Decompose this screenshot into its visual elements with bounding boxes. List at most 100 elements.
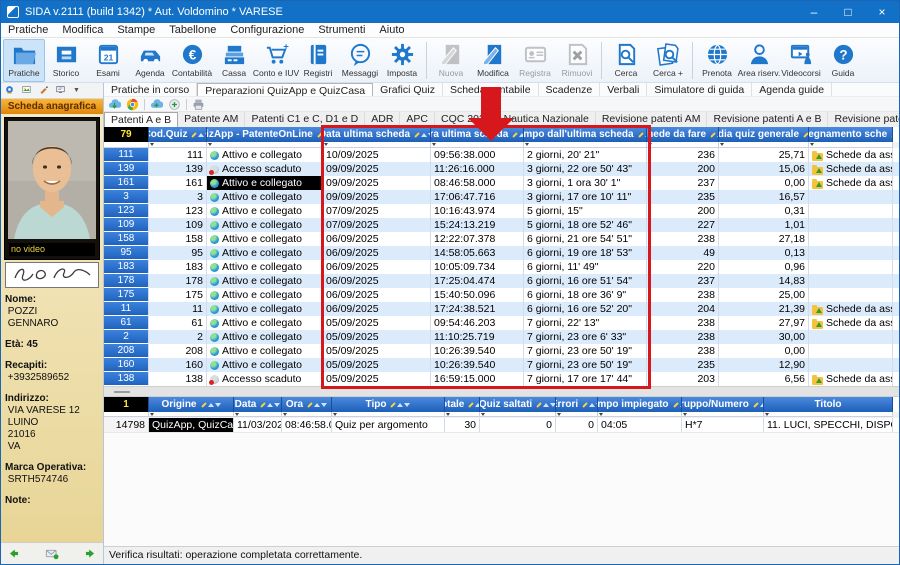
table-row[interactable]: 161161Attivo e collegato09/09/202508:46:… — [104, 176, 899, 190]
column-header-titolo[interactable]: Titolo — [764, 397, 893, 412]
cell-time[interactable]: 11:26:16.000 — [431, 162, 524, 176]
cell-date[interactable]: 09/09/2025 — [323, 190, 431, 204]
maximize-button[interactable]: □ — [831, 1, 865, 23]
cell-time[interactable]: 15:40:50.096 — [431, 288, 524, 302]
table-row[interactable]: 9595Attivo e collegato06/09/202514:58:05… — [104, 246, 899, 260]
column-header-data[interactable]: Data — [234, 397, 282, 412]
cell-assegnamento[interactable] — [809, 344, 893, 358]
column-header-data-ultima-scheda[interactable]: Data ultima scheda — [323, 127, 431, 142]
column-header-schede-da-fare[interactable]: Schede da fare — [647, 127, 719, 142]
cell-elapsed[interactable]: 3 giorni, 1 ora 30' 1" — [524, 176, 647, 190]
cell-elapsed[interactable]: 6 giorni, 16 ore 52' 20" — [524, 302, 647, 316]
cell-quizapp-status[interactable]: Accesso scaduto — [207, 372, 323, 386]
cell-elapsed[interactable]: 6 giorni, 18 ore 36' 9" — [524, 288, 647, 302]
cell-date[interactable]: 05/09/2025 — [323, 330, 431, 344]
sort-filter-icons[interactable] — [390, 403, 410, 407]
cell-media-quiz[interactable]: 25,71 — [719, 148, 809, 162]
cell-assegnamento[interactable]: Schede da ass — [809, 372, 893, 386]
cell-schede-da-fare[interactable]: 237 — [647, 274, 719, 288]
filter-cell[interactable] — [719, 142, 809, 148]
cell-media-quiz[interactable]: 0,00 — [719, 176, 809, 190]
cell-quizapp-status[interactable]: Attivo e collegato — [207, 358, 323, 372]
filter-cell[interactable] — [480, 412, 556, 417]
cell-time[interactable]: 11:10:25.719 — [431, 330, 524, 344]
cell-date[interactable]: 07/09/2025 — [323, 218, 431, 232]
cell-media-quiz[interactable]: 14,83 — [719, 274, 809, 288]
cell-date[interactable]: 05/09/2025 — [323, 316, 431, 330]
filter-cell[interactable] — [556, 412, 598, 417]
table-row[interactable]: 6161Attivo e collegato05/09/202509:54:46… — [104, 316, 899, 330]
cell-cod-quiz[interactable]: 123 — [149, 204, 207, 218]
area-riserv--button[interactable]: Area riserv. — [738, 39, 780, 82]
cell-quizapp-status[interactable]: Attivo e collegato — [207, 344, 323, 358]
cell-time[interactable]: 08:46:58.000 — [431, 176, 524, 190]
cell-media-quiz[interactable]: 21,39 — [719, 302, 809, 316]
table-row[interactable]: 123123Attivo e collegato07/09/202510:16:… — [104, 204, 899, 218]
filter-cell[interactable] — [809, 142, 893, 148]
tab-revisione-patenti-am[interactable]: Revisione patenti AM — [596, 112, 708, 127]
cell-media-quiz[interactable]: 0,31 — [719, 204, 809, 218]
conto-e-iuv-button[interactable]: +Conto e IUV — [255, 39, 297, 82]
table-row[interactable]: 14798QuizApp, QuizCasa11/03/202508:46:58… — [104, 418, 899, 432]
column-header-gruppo-numero[interactable]: Gruppo/Numero — [682, 397, 764, 412]
cell-assegnamento[interactable] — [809, 274, 893, 288]
sort-filter-icons[interactable] — [582, 403, 598, 407]
esami-button[interactable]: 21Esami — [87, 39, 129, 82]
cell-assegnamento[interactable] — [809, 260, 893, 274]
cell-elapsed[interactable]: 3 giorni, 22 ore 50' 43" — [524, 162, 647, 176]
cell-totale[interactable]: 30 — [445, 418, 480, 432]
cell-cod-quiz[interactable]: 158 — [149, 232, 207, 246]
table-row[interactable]: 160160Attivo e collegato05/09/202510:26:… — [104, 358, 899, 372]
cell-time[interactable]: 10:26:39.540 — [431, 358, 524, 372]
cell-elapsed[interactable]: 5 giorni, 18 ore 52' 46" — [524, 218, 647, 232]
cell-tempo-impiegato[interactable]: 04:05 — [598, 418, 682, 432]
table-row[interactable]: 33Attivo e collegato09/09/202517:06:47.7… — [104, 190, 899, 204]
column-header-tempo-dall-ultima-scheda[interactable]: Tempo dall'ultima scheda — [524, 127, 647, 142]
cell-assegnamento[interactable] — [809, 190, 893, 204]
cell-cod-quiz[interactable]: 208 — [149, 344, 207, 358]
table-splitter[interactable] — [104, 386, 899, 397]
imposta-button[interactable]: Imposta — [381, 39, 423, 82]
cell-date[interactable]: 09/09/2025 — [323, 162, 431, 176]
cell-date[interactable]: 06/09/2025 — [323, 274, 431, 288]
cell-assegnamento[interactable] — [809, 204, 893, 218]
cell-schede-da-fare[interactable]: 220 — [647, 260, 719, 274]
filter-cell[interactable] — [282, 412, 332, 417]
cell-quizapp-status[interactable]: Attivo e collegato — [207, 330, 323, 344]
guida-button[interactable]: ?Guida — [822, 39, 864, 82]
menu-item-tabellone[interactable]: Tabellone — [162, 23, 223, 38]
cell-media-quiz[interactable]: 27,97 — [719, 316, 809, 330]
column-header-quizapp-patenteonline[interactable]: QuizApp - PatenteOnLine — [207, 127, 323, 142]
table-row[interactable]: 109109Attivo e collegato07/09/202515:24:… — [104, 218, 899, 232]
chrome-icon[interactable] — [126, 98, 139, 111]
row-header-cell[interactable]: 123 — [104, 204, 149, 218]
cell-data[interactable]: 11/03/2025 — [234, 418, 282, 432]
cell-schede-da-fare[interactable]: 236 — [647, 148, 719, 162]
cell-cod-quiz[interactable]: 11 — [149, 302, 207, 316]
cell-schede-da-fare[interactable]: 203 — [647, 372, 719, 386]
row-header-cell[interactable]: 61 — [104, 316, 149, 330]
sort-filter-icons[interactable] — [638, 133, 647, 137]
dropdown-arrow-icon[interactable]: ▼ — [73, 87, 80, 94]
cell-date[interactable]: 07/09/2025 — [323, 204, 431, 218]
cell-schede-da-fare[interactable]: 227 — [647, 218, 719, 232]
cell-time[interactable]: 14:58:05.663 — [431, 246, 524, 260]
cell-time[interactable]: 16:59:15.000 — [431, 372, 524, 386]
menu-item-modifica[interactable]: Modifica — [55, 23, 110, 38]
cell-time[interactable]: 10:05:09.734 — [431, 260, 524, 274]
row-header-cell[interactable]: 183 — [104, 260, 149, 274]
cell-time[interactable]: 17:24:38.521 — [431, 302, 524, 316]
row-header-cell[interactable]: 2 — [104, 330, 149, 344]
cell-media-quiz[interactable]: 1,01 — [719, 218, 809, 232]
messaggi-button[interactable]: Messaggi — [339, 39, 381, 82]
filter-cell[interactable] — [207, 142, 323, 148]
cell-elapsed[interactable]: 6 giorni, 16 ore 51' 54" — [524, 274, 647, 288]
cloud-download-icon[interactable] — [108, 98, 121, 111]
cell-cod-quiz[interactable]: 175 — [149, 288, 207, 302]
pratiche-button[interactable]: Pratiche — [3, 39, 45, 82]
column-header-quiz-saltati[interactable]: Quiz saltati — [480, 397, 556, 412]
tab-apc[interactable]: APC — [400, 112, 435, 127]
cell-quizapp-status[interactable]: Attivo e collegato — [207, 302, 323, 316]
cell-media-quiz[interactable]: 30,00 — [719, 330, 809, 344]
row-header-cell[interactable]: 160 — [104, 358, 149, 372]
